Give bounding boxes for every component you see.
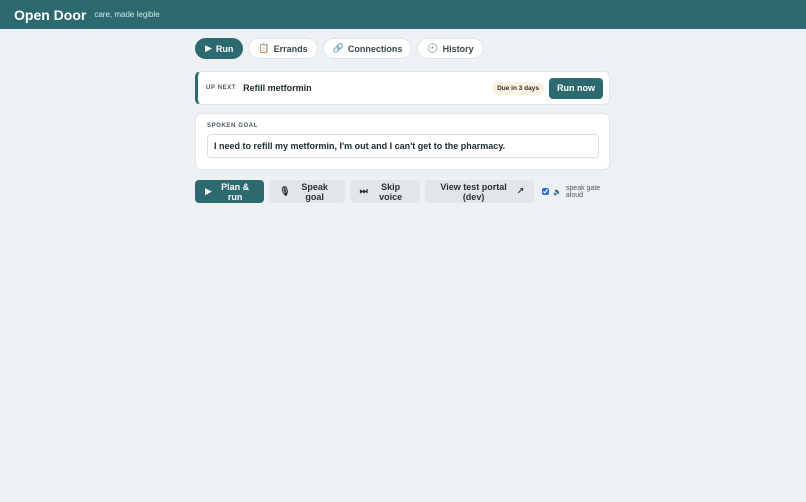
play-icon: ▶ (205, 186, 212, 196)
skip-icon: ⏭ (359, 186, 368, 196)
due-badge: Due in 3 days (492, 81, 544, 95)
plan-and-run-label: Plan & run (221, 181, 250, 202)
run-now-button[interactable]: Run now (549, 77, 603, 99)
tab-history[interactable]: 🕘 History (417, 38, 484, 59)
clipboard-icon: 📋 (258, 43, 270, 53)
view-test-portal-button[interactable]: View test portal (dev) ↗ (424, 180, 535, 203)
microphone-icon: 🎙 (279, 186, 291, 196)
main-content: ▶ Run 📋 Errands 🔗 Connections 🕘 History … (195, 38, 610, 203)
tab-label: Run (215, 43, 234, 54)
top-bar: Open Door care, made legible (0, 0, 806, 29)
brand-tagline: care, made legible (94, 10, 160, 19)
speaker-icon: 🔈 (553, 188, 562, 196)
spoken-goal-input[interactable]: I need to refill my metformin, I'm out a… (207, 134, 599, 158)
skip-voice-label: Skip voice (379, 181, 403, 202)
speak-gate-toggle[interactable]: 🔈 speak gate aloud (542, 185, 610, 199)
tab-run[interactable]: ▶ Run (195, 38, 244, 59)
up-next-label: UP NEXT (206, 85, 237, 91)
brand-name[interactable]: Open Door (14, 7, 86, 23)
up-next-title: Refill metformin (243, 83, 312, 93)
action-bar: ▶ Plan & run 🎙 Speak goal ⏭ Skip voice V… (195, 180, 610, 203)
spoken-goal-card: SPOKEN GOAL I need to refill my metformi… (195, 113, 610, 170)
tab-bar: ▶ Run 📋 Errands 🔗 Connections 🕘 History (195, 38, 610, 59)
speak-goal-button[interactable]: 🎙 Speak goal (269, 180, 345, 203)
clock-icon: 🕘 (427, 43, 439, 53)
speak-gate-checkbox[interactable] (542, 188, 550, 195)
tab-connections[interactable]: 🔗 Connections (322, 38, 413, 59)
view-test-portal-label: View test portal (dev) (440, 181, 507, 202)
tab-label: Connections (347, 43, 403, 54)
tab-label: History (442, 43, 474, 54)
tab-errands[interactable]: 📋 Errands (248, 38, 318, 59)
plan-and-run-button[interactable]: ▶ Plan & run (195, 180, 265, 203)
play-icon: ▶ (205, 43, 212, 53)
tab-label: Errands (273, 43, 308, 54)
speak-gate-label: speak gate aloud (565, 184, 601, 199)
external-link-icon: ↗ (516, 186, 525, 196)
up-next-card: UP NEXT Refill metformin Due in 3 days R… (195, 71, 610, 105)
speak-goal-label: Speak goal (301, 181, 328, 202)
link-icon: 🔗 (332, 43, 344, 53)
skip-voice-button[interactable]: ⏭ Skip voice (349, 180, 420, 203)
spoken-goal-label: SPOKEN GOAL (207, 123, 258, 129)
